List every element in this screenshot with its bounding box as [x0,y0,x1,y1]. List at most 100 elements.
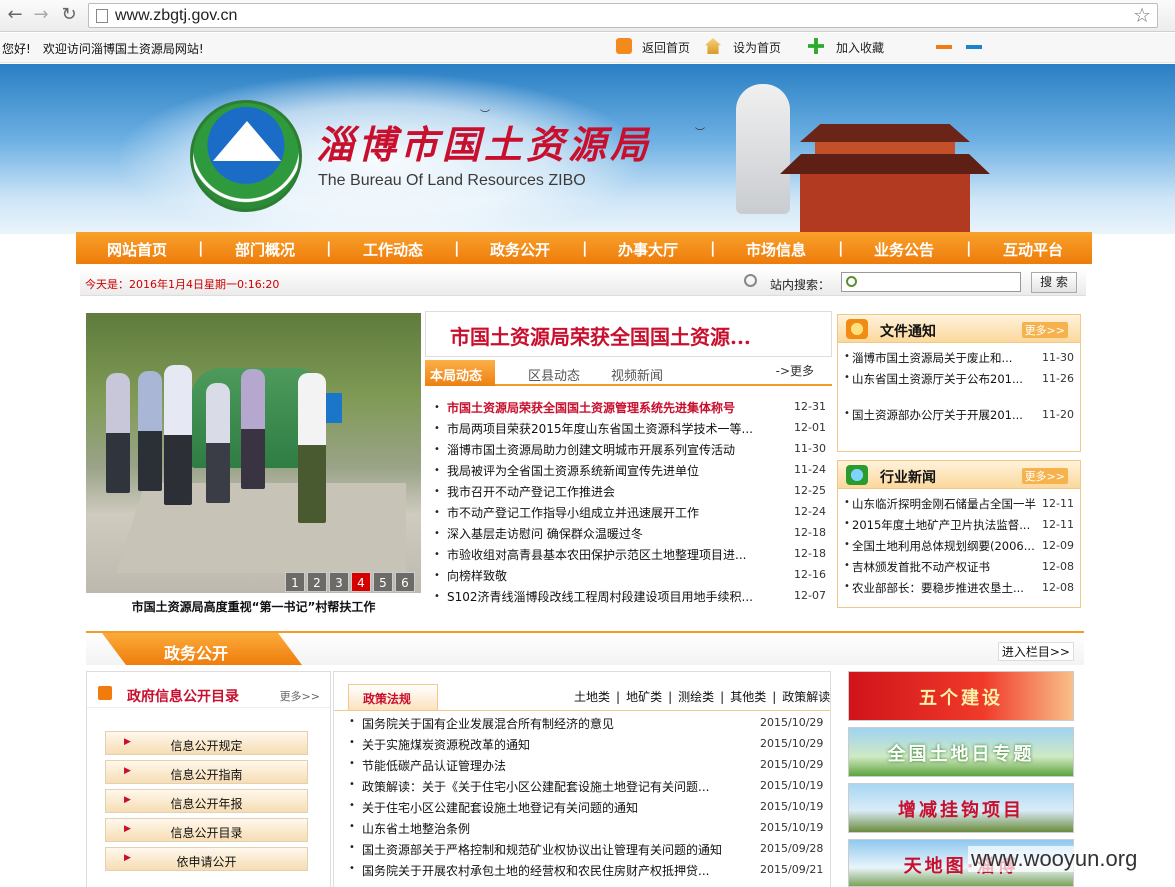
disclosure-rules-button[interactable]: ▶ 信息公开规定 [105,731,308,755]
list-item[interactable]: • 淄博市国土资源局关于废止和... 11-30 [838,347,1080,368]
list-item[interactable]: • 政策解读：关于《关于住宅小区公建配套设施土地登记有关问题... 2015/10/… [348,775,828,796]
nav-government-affairs[interactable]: 政务公开 [490,239,550,260]
list-item[interactable]: • 2015年度土地矿产卫片执法监督... 12-11 [838,514,1080,535]
list-item[interactable]: • 市国土资源局荣获全国国土资源管理系统先进集体称号 12-31 [433,397,828,418]
slide-page-1[interactable]: 1 [285,572,305,592]
list-item[interactable]: • 国土资源部办公厅关于开展201... 11-20 [838,404,1080,440]
list-item[interactable]: • 节能低碳产品认证管理办法 2015/10/29 [348,754,828,775]
policy-title[interactable]: 关于实施煤炭资源税改革的通知 [362,736,722,753]
nav-market-info[interactable]: 市场信息 [746,239,806,260]
list-item[interactable]: • 农业部部长：要稳步推进农垦土... 12-08 [838,577,1080,598]
news-title[interactable]: 淄博市国土资源局助力创建文明城市开展系列宣传活动 [447,441,757,458]
news-title[interactable]: 我市召开不动产登记工作推进会 [447,483,757,500]
industry-news-title[interactable]: 2015年度土地矿产卫片执法监督... [852,517,1038,533]
tab-bureau-news[interactable]: 本局动态 [425,360,495,386]
list-item[interactable]: • 关于住宅小区公建配套设施土地登记有关问题的通知 2015/10/19 [348,796,828,817]
list-item[interactable]: • 淄博市国土资源局助力创建文明城市开展系列宣传活动 11-30 [433,439,828,460]
search-button[interactable]: 搜 索 [1031,272,1077,293]
news-title[interactable]: 我局被评为全省国土资源系统新闻宣传先进单位 [447,462,757,479]
policy-title[interactable]: 节能低碳产品认证管理办法 [362,757,722,774]
apply-disclosure-button[interactable]: ▶ 依申请公开 [105,847,308,871]
slide-page-6[interactable]: 6 [395,572,415,592]
add-favorite-link[interactable]: 加入收藏 [836,39,884,56]
policy-title[interactable]: 政策解读：关于《关于住宅小区公建配套设施土地登记有关问题... [362,778,722,795]
notice-title[interactable]: 山东省国土资源厅关于公布201... [852,371,1038,387]
forward-icon[interactable]: → [30,4,52,26]
nav-service-hall[interactable]: 办事大厅 [618,239,678,260]
list-item[interactable]: • 我市召开不动产登记工作推进会 12-25 [433,481,828,502]
industry-news-title[interactable]: 农业部部长：要稳步推进农垦土... [852,580,1038,596]
notices-more-link[interactable]: 更多>> [1021,322,1068,338]
list-item[interactable]: • 关于实施煤炭资源税改革的通知 2015/10/29 [348,733,828,754]
list-item[interactable]: • 市验收组对高青县基本农田保护示范区土地整理项目进... 12-18 [433,544,828,565]
address-bar[interactable]: www.zbgtj.gov.cn ☆ [88,3,1158,28]
news-title[interactable]: 深入基层走访慰问 确保群众温暖过冬 [447,525,757,542]
tab-video-news[interactable]: 视频新闻 [611,365,663,384]
headline-link[interactable]: 市国土资源局荣获全国国土资源... [450,321,810,350]
reload-icon[interactable]: ↻ [58,4,80,26]
notice-title[interactable]: 国土资源部办公厅关于开展201... [852,407,1038,423]
news-title[interactable]: 市国土资源局荣获全国国土资源管理系统先进集体称号 [447,399,757,416]
land-linkage-banner[interactable]: 增减挂钩项目 [848,783,1074,833]
news-title[interactable]: 市不动产登记工作指导小组成立并迅速展开工作 [447,504,757,521]
list-item[interactable]: • S102济青线淄博段改线工程周村段建设项目用地手续积... 12-07 [433,586,828,607]
disclosure-annual-report-button[interactable]: ▶ 信息公开年报 [105,789,308,813]
blue-skin-button[interactable] [966,45,982,49]
list-item[interactable]: • 吉林颁发首批不动产权证书 12-08 [838,556,1080,577]
tab-policy-regulations[interactable]: 政策法规 [348,684,438,710]
list-item[interactable]: • 向榜样致敬 12-16 [433,565,828,586]
nav-home[interactable]: 网站首页 [107,239,167,260]
orange-skin-button[interactable] [936,45,952,49]
notice-title[interactable]: 淄博市国土资源局关于废止和... [852,350,1038,366]
disclosure-catalog-button[interactable]: ▶ 信息公开目录 [105,818,308,842]
list-item[interactable]: • 深入基层走访慰问 确保群众温暖过冬 12-18 [433,523,828,544]
list-item[interactable]: • 国务院关于开展农村承包土地的经营权和农民住房财产权抵押贷... 2015/09/… [348,859,828,880]
list-item[interactable]: • 市局两项目荣获2015年度山东省国土资源科学技术一等... 12-01 [433,418,828,439]
nav-work-news[interactable]: 工作动态 [363,239,423,260]
back-home-link[interactable]: 返回首页 [642,39,690,56]
list-item[interactable]: • 国土资源部关于严格控制和规范矿业权协议出让管理有关问题的通知 2015/09/2… [348,838,828,859]
slide-page-3[interactable]: 3 [329,572,349,592]
industry-news-title[interactable]: 全国土地利用总体规划纲要(2006... [852,538,1038,554]
industry-news-title[interactable]: 吉林颁发首批不动产权证书 [852,559,1038,575]
disclosure-guide-button[interactable]: ▶ 信息公开指南 [105,760,308,784]
list-item[interactable]: • 山东省国土资源厅关于公布201... 11-26 [838,368,1080,404]
category-mining[interactable]: 地矿类 [626,690,662,704]
news-more-link[interactable]: ->更多 [776,362,814,379]
bookmark-star-icon[interactable]: ☆ [1133,4,1151,27]
policy-title[interactable]: 山东省土地整治条例 [362,820,722,837]
back-icon[interactable]: ← [4,4,26,26]
policy-title[interactable]: 国土资源部关于严格控制和规范矿业权协议出让管理有关问题的通知 [362,841,722,858]
news-title[interactable]: S102济青线淄博段改线工程周村段建设项目用地手续积... [447,588,757,605]
enter-section-link[interactable]: 进入栏目>> [997,642,1074,661]
slide-page-5[interactable]: 5 [373,572,393,592]
slide-page-2[interactable]: 2 [307,572,327,592]
list-item[interactable]: • 全国土地利用总体规划纲要(2006... 12-09 [838,535,1080,556]
list-item[interactable]: • 我局被评为全省国土资源系统新闻宣传先进单位 11-24 [433,460,828,481]
list-item[interactable]: • 山东省土地整治条例 2015/10/19 [348,817,828,838]
policy-title[interactable]: 国务院关于国有企业发展混合所有制经济的意见 [362,715,722,732]
category-land[interactable]: 土地类 [574,690,610,704]
policy-title[interactable]: 关于住宅小区公建配套设施土地登记有关问题的通知 [362,799,722,816]
industry-news-title[interactable]: 山东临沂探明金刚石储量占全国一半 [852,496,1038,512]
set-homepage-link[interactable]: 设为首页 [733,39,781,56]
list-item[interactable]: • 山东临沂探明金刚石储量占全国一半 12-11 [838,493,1080,514]
disclosure-more-link[interactable]: 更多>> [280,688,320,704]
slide-page-4[interactable]: 4 [351,572,371,592]
category-interpretation[interactable]: 政策解读 [782,690,830,704]
nav-announcements[interactable]: 业务公告 [874,239,934,260]
photo-slideshow[interactable] [86,313,421,593]
news-title[interactable]: 市局两项目荣获2015年度山东省国土资源科学技术一等... [447,420,757,437]
nav-department[interactable]: 部门概况 [235,239,295,260]
policy-title[interactable]: 国务院关于开展农村承包土地的经营权和农民住房财产权抵押贷... [362,862,722,879]
news-title[interactable]: 市验收组对高青县基本农田保护示范区土地整理项目进... [447,546,757,563]
category-surveying[interactable]: 测绘类 [678,690,714,704]
industry-more-link[interactable]: 更多>> [1021,468,1068,484]
search-input[interactable] [841,272,1021,292]
news-title[interactable]: 向榜样致敬 [447,567,757,584]
land-day-banner[interactable]: 全国土地日专题 [848,727,1074,777]
list-item[interactable]: • 国务院关于国有企业发展混合所有制经济的意见 2015/10/29 [348,712,828,733]
tab-county-news[interactable]: 区县动态 [528,365,580,384]
five-constructions-banner[interactable]: 五个建设 [848,671,1074,721]
nav-interaction[interactable]: 互动平台 [1003,239,1063,260]
